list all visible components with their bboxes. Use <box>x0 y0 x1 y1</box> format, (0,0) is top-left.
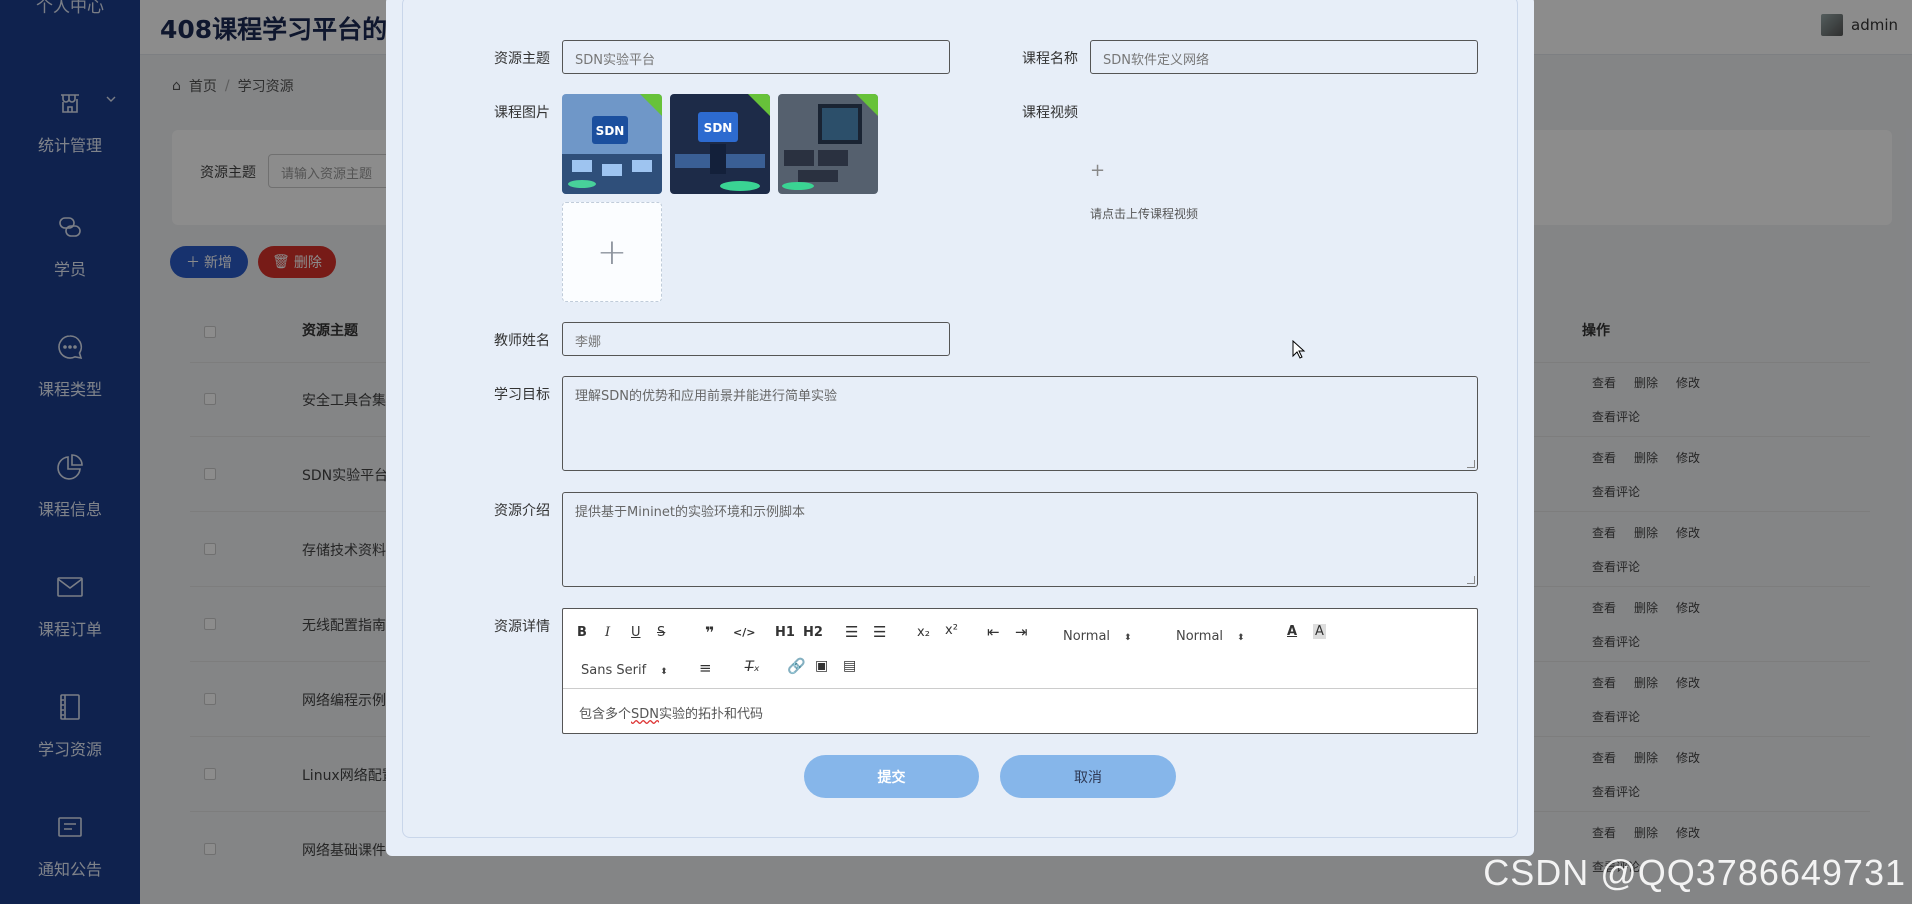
outdent-icon[interactable]: ⇤ <box>987 623 1000 641</box>
course-video-label: 课程视频 <box>1022 105 1078 121</box>
course-name-input[interactable]: SDN软件定义网络 <box>1090 40 1478 74</box>
editor-content[interactable]: 包含多个SDN实验的拓扑和代码 <box>579 703 763 722</box>
strike-icon[interactable]: S <box>657 625 665 640</box>
goal-text: 理解SDN的优势和应用前景并能进行简单实验 <box>575 389 837 404</box>
teacher-input[interactable]: 李娜 <box>562 322 950 356</box>
resize-handle[interactable] <box>1467 460 1475 468</box>
teacher-label: 教师姓名 <box>494 333 550 349</box>
image-upload-button[interactable]: + <box>562 202 662 302</box>
resize-handle[interactable] <box>1467 576 1475 584</box>
select-arrow-icon: ⬍ <box>1237 633 1245 643</box>
h1-icon[interactable]: H1 <box>775 625 795 640</box>
course-image-thumbnail[interactable]: SDN <box>562 94 662 194</box>
uploaded-badge <box>748 94 770 116</box>
theme-input[interactable]: SDN实验平台 <box>562 40 950 74</box>
goal-textarea[interactable]: 理解SDN的优势和应用前景并能进行简单实验 <box>562 376 1478 471</box>
video-icon[interactable]: ▤ <box>843 658 856 674</box>
svg-text:SDN: SDN <box>704 121 733 135</box>
link-icon[interactable]: 🔗 <box>787 657 806 675</box>
text-color-icon[interactable]: A <box>1287 624 1297 639</box>
ordered-list-icon[interactable]: ☰ <box>845 623 858 641</box>
watermark: CSDN @QQ3786649731 <box>1483 852 1906 893</box>
uploaded-badge <box>856 94 878 116</box>
clear-format-icon[interactable]: T̶ₓ <box>745 659 760 675</box>
code-block-icon[interactable]: </> <box>733 626 755 639</box>
indent-icon[interactable]: ⇥ <box>1015 623 1028 641</box>
intro-text: 提供基于Mininet的实验环境和示例脚本 <box>575 505 806 520</box>
rich-text-editor: B I U S ❞ </> H1 H2 ☰ ☰ x₂ x² ⇤ ⇥ Normal… <box>562 608 1478 734</box>
background-color-icon[interactable]: A <box>1313 624 1326 639</box>
header-select-value: Normal <box>1176 629 1224 644</box>
align-icon[interactable]: ≡ <box>699 659 712 677</box>
cancel-button[interactable]: 取消 <box>1000 755 1176 798</box>
video-upload-hint[interactable]: 请点击上传课程视频 <box>1090 205 1198 222</box>
mouse-cursor-icon <box>1292 340 1306 359</box>
course-name-label: 课程名称 <box>1022 51 1078 67</box>
size-select[interactable]: Normal ⬍ <box>1063 629 1132 644</box>
submit-button[interactable]: 提交 <box>804 755 979 798</box>
font-select-value: Sans Serif <box>581 663 647 678</box>
goal-label: 学习目标 <box>494 387 550 403</box>
size-select-value: Normal <box>1063 629 1111 644</box>
detail-label: 资源详情 <box>494 619 550 635</box>
select-arrow-icon: ⬍ <box>660 667 668 677</box>
svg-text:SDN: SDN <box>596 124 625 138</box>
image-icon[interactable]: ▣ <box>815 658 828 674</box>
bold-icon[interactable]: B <box>577 625 587 640</box>
detail-text-prefix: 包含多个 <box>579 707 632 722</box>
underline-icon[interactable]: U <box>631 625 641 640</box>
subscript-icon[interactable]: x₂ <box>917 625 930 640</box>
course-image-thumbnail[interactable]: SDN <box>670 94 770 194</box>
h2-icon[interactable]: H2 <box>803 625 823 640</box>
intro-textarea[interactable]: 提供基于Mininet的实验环境和示例脚本 <box>562 492 1478 587</box>
plus-icon: + <box>596 231 628 273</box>
video-upload-button[interactable]: + <box>1090 160 1105 181</box>
intro-label: 资源介绍 <box>494 503 550 519</box>
font-select[interactable]: Sans Serif ⬍ <box>581 663 668 678</box>
header-select[interactable]: Normal ⬍ <box>1176 629 1245 644</box>
uploaded-badge <box>640 94 662 116</box>
select-arrow-icon: ⬍ <box>1124 633 1132 643</box>
course-image-thumbnail[interactable] <box>778 94 878 194</box>
detail-text-suffix: 实验的拓扑和代码 <box>659 707 764 722</box>
editor-toolbar: B I U S ❞ </> H1 H2 ☰ ☰ x₂ x² ⇤ ⇥ Normal… <box>563 609 1477 689</box>
bullet-list-icon[interactable]: ☰ <box>873 623 886 641</box>
superscript-icon[interactable]: x² <box>945 623 958 638</box>
blockquote-icon[interactable]: ❞ <box>705 623 714 642</box>
italic-icon[interactable]: I <box>605 625 610 640</box>
course-image-label: 课程图片 <box>494 105 550 121</box>
detail-text-marked: SDN <box>631 707 660 722</box>
theme-label: 资源主题 <box>494 51 550 67</box>
